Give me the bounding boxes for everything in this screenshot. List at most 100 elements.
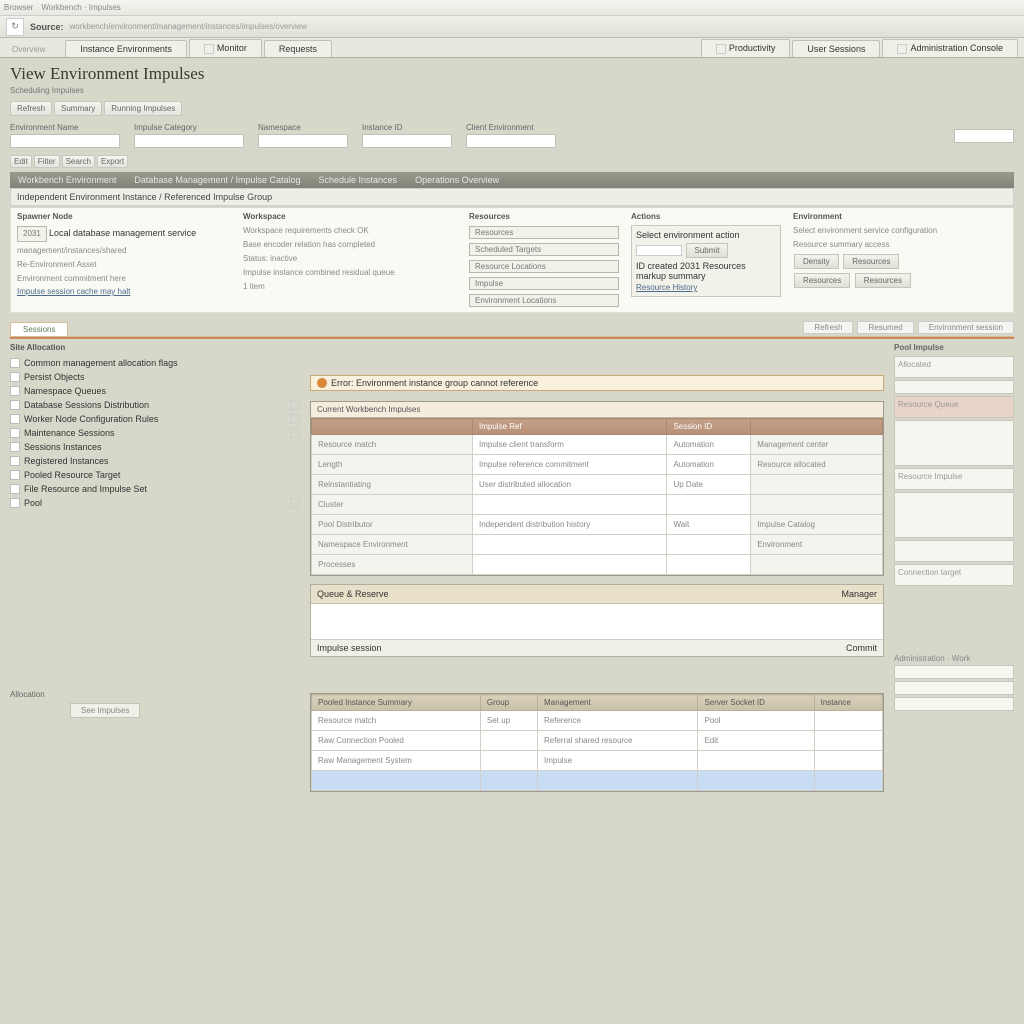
search-button[interactable]: Search	[62, 155, 95, 168]
nav-item-1[interactable]: Persist Objects	[10, 370, 300, 384]
resources-button-1[interactable]: Resources	[843, 254, 899, 269]
rcell-1[interactable]	[894, 380, 1014, 394]
table-row[interactable]: Resource matchSet upReferencePool	[312, 711, 883, 731]
tag-sched-targets[interactable]: Scheduled Targets	[469, 243, 619, 256]
left-nav: Site Allocation Common management alloca…	[10, 343, 300, 792]
crumb-1[interactable]: Workbench Environment	[18, 175, 116, 185]
nav-item-5[interactable]: Maintenance Sessions	[10, 426, 300, 440]
summary-button[interactable]: Summary	[54, 101, 102, 116]
spawner-link[interactable]: Impulse session cache may halt	[17, 287, 231, 296]
col-1[interactable]: Impulse Ref	[473, 419, 667, 435]
submit-button[interactable]: Submit	[686, 243, 729, 258]
filter-button[interactable]: Filter	[34, 155, 60, 168]
refresh-button[interactable]: Refresh	[10, 101, 52, 116]
table-row[interactable]: Resource matchImpulse client transformAu…	[312, 435, 883, 455]
checkbox-icon[interactable]	[10, 372, 20, 382]
tab-instance-env[interactable]: Instance Environments	[65, 40, 187, 57]
nav-item-6[interactable]: Sessions Instances	[10, 440, 300, 454]
checkbox-icon[interactable]	[10, 386, 20, 396]
resources-button-2[interactable]: Resources	[794, 273, 850, 288]
rcell-0[interactable]: Allocated	[894, 356, 1014, 378]
checkbox-icon[interactable]	[10, 428, 20, 438]
filter-client-input[interactable]	[466, 134, 556, 148]
filter-extra-input[interactable]	[954, 129, 1014, 143]
table-row[interactable]: LengthImpulse reference commitmentAutoma…	[312, 455, 883, 475]
checkbox-icon[interactable]	[10, 484, 20, 494]
tab-sessions[interactable]: Sessions	[10, 322, 68, 336]
tag-resources[interactable]: Resources	[469, 226, 619, 239]
edit-button[interactable]: Edit	[10, 155, 32, 168]
sub-tab-bar: Sessions Refresh Resumed Environment ses…	[10, 321, 1014, 337]
col-0[interactable]	[312, 419, 473, 435]
tab-monitor[interactable]: Monitor	[189, 39, 262, 57]
nav-item-2[interactable]: Namespace Queues	[10, 384, 300, 398]
checkbox-icon[interactable]	[10, 442, 20, 452]
col-2[interactable]: Session ID	[667, 419, 751, 435]
table-row[interactable]: Raw Connection PooledReferral shared res…	[312, 731, 883, 751]
checkbox-icon[interactable]	[10, 456, 20, 466]
table-row[interactable]: Namespace EnvironmentEnvironment	[312, 535, 883, 555]
action-input[interactable]	[636, 245, 682, 256]
nav-item-0[interactable]: Common management allocation flags	[10, 356, 300, 370]
rcell-f1[interactable]	[894, 665, 1014, 679]
tag-impulse[interactable]: Impulse	[469, 277, 619, 290]
filter-client-label: Client Environment	[466, 123, 556, 132]
checkbox-icon[interactable]	[10, 358, 20, 368]
crumb-2[interactable]: Database Management / Impulse Catalog	[134, 175, 300, 185]
env-session-mini-button[interactable]: Environment session	[918, 321, 1014, 334]
t3-col-2[interactable]: Management	[538, 695, 698, 711]
nav-item-9[interactable]: File Resource and Impulse Set	[10, 482, 300, 496]
export-button[interactable]: Export	[97, 155, 128, 168]
resources-button-3[interactable]: Resources	[855, 273, 911, 288]
rcell-4[interactable]: Resource Impulse	[894, 468, 1014, 490]
filter-env-input[interactable]	[10, 134, 120, 148]
tag-res-locations[interactable]: Resource Locations	[469, 260, 619, 273]
table-row-selected[interactable]	[312, 771, 883, 791]
table-row[interactable]: Pool DistributorIndependent distribution…	[312, 515, 883, 535]
filter-category-input[interactable]	[134, 134, 244, 148]
t3-col-3[interactable]: Server Socket ID	[698, 695, 814, 711]
filter-instance-input[interactable]	[362, 134, 452, 148]
nav-item-4[interactable]: Worker Node Configuration Rules	[10, 412, 300, 426]
checkbox-icon[interactable]	[10, 470, 20, 480]
checkbox-icon[interactable]	[10, 400, 20, 410]
tab-productivity[interactable]: Productivity	[701, 39, 791, 57]
nav-item-10[interactable]: Pool	[10, 496, 300, 510]
table-row[interactable]: Raw Management SystemImpulse	[312, 751, 883, 771]
resumed-mini-button[interactable]: Resumed	[857, 321, 913, 334]
col-3[interactable]	[751, 419, 883, 435]
t3-col-0[interactable]: Pooled Instance Summary	[312, 695, 481, 711]
history-link[interactable]: Resource History	[636, 283, 776, 292]
table-row[interactable]: Cluster	[312, 495, 883, 515]
tab-user-sessions[interactable]: User Sessions	[792, 40, 880, 57]
nav-item-3[interactable]: Database Sessions Distribution	[10, 398, 300, 412]
rcell-2[interactable]: Resource Queue	[894, 396, 1014, 418]
nav-icon[interactable]: ↻	[6, 18, 24, 36]
tag-env-locations[interactable]: Environment Locations	[469, 294, 619, 307]
rcell-3[interactable]	[894, 420, 1014, 466]
checkbox-icon[interactable]	[10, 498, 20, 508]
queue-f2[interactable]: Commit	[846, 643, 877, 653]
table-row[interactable]: Processes	[312, 555, 883, 575]
running-impulses-button[interactable]: Running Impulses	[104, 101, 182, 116]
rcell-f2[interactable]	[894, 681, 1014, 695]
rcell-5[interactable]	[894, 492, 1014, 538]
rightcol-title: Pool Impulse	[894, 343, 1014, 352]
see-impulses-button[interactable]: See Impulses	[70, 703, 140, 718]
density-button[interactable]: Density	[794, 254, 839, 269]
filter-namespace-input[interactable]	[258, 134, 348, 148]
checkbox-icon[interactable]	[10, 414, 20, 424]
crumb-4[interactable]: Operations Overview	[415, 175, 499, 185]
nav-item-8[interactable]: Pooled Resource Target	[10, 468, 300, 482]
refresh-mini-button[interactable]: Refresh	[803, 321, 853, 334]
tab-admin-console[interactable]: Administration Console	[882, 39, 1018, 57]
rcell-7[interactable]: Connection target	[894, 564, 1014, 586]
rcell-f3[interactable]	[894, 697, 1014, 711]
nav-item-7[interactable]: Registered Instances	[10, 454, 300, 468]
t3-col-4[interactable]: Instance	[814, 695, 882, 711]
crumb-3[interactable]: Schedule Instances	[319, 175, 398, 185]
tab-requests[interactable]: Requests	[264, 40, 332, 57]
table-row[interactable]: ReinstantiatingUser distributed allocati…	[312, 475, 883, 495]
rcell-6[interactable]	[894, 540, 1014, 562]
t3-col-1[interactable]: Group	[480, 695, 537, 711]
